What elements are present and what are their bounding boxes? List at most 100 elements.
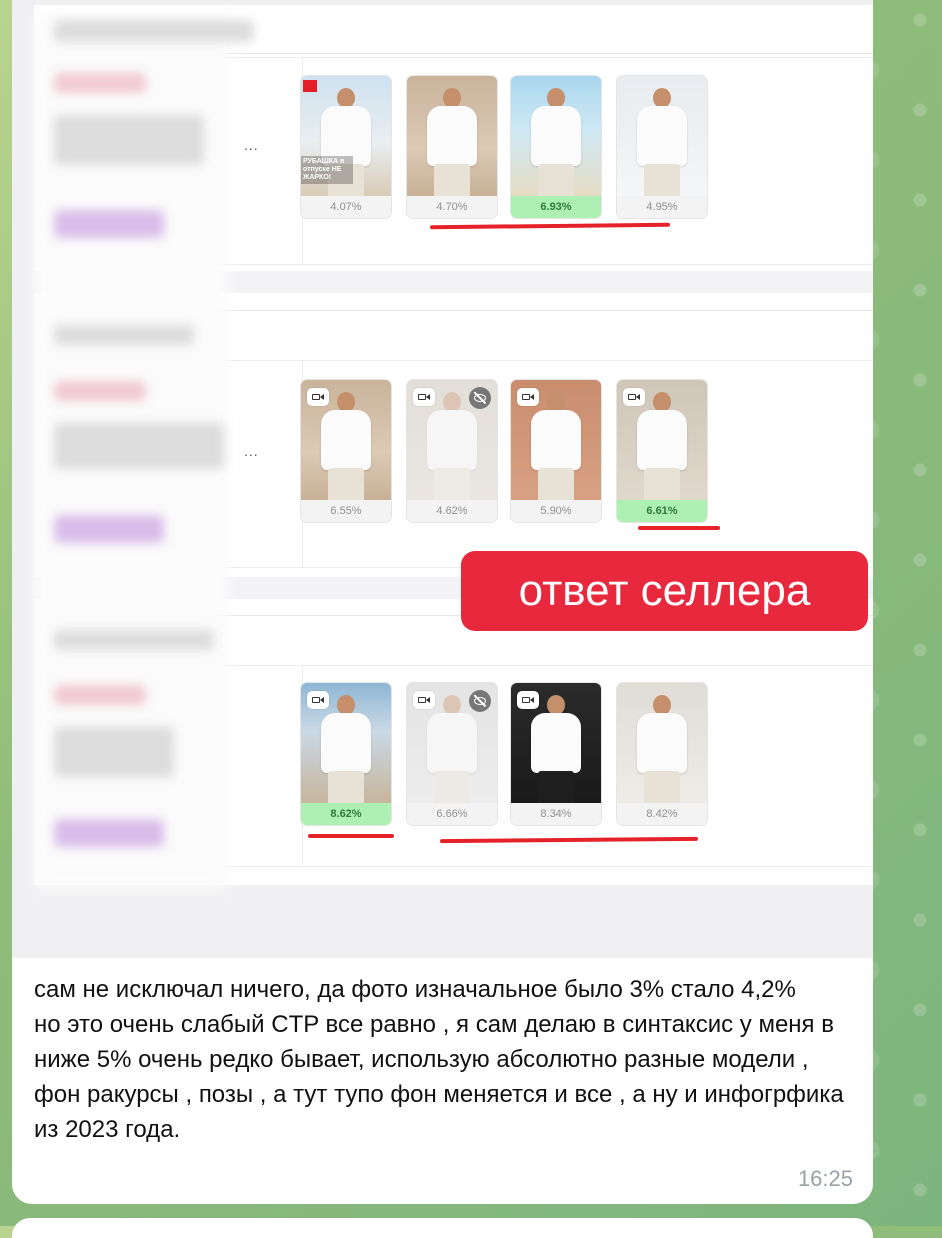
pants [434, 771, 470, 803]
white-shirt [321, 410, 371, 470]
truncated-title-ellipsis: ... [244, 443, 259, 459]
creative-card[interactable]: РУБАШКА в отпуске НЕ ЖАРКО! 4.07% [300, 75, 392, 219]
model-head [547, 88, 565, 108]
creative-card[interactable]: 6.93% [510, 75, 602, 219]
message-bubble[interactable]: ... ... РУБАШКА в отпуске НЕ ЖАРКО! 4.07%… [12, 0, 873, 1204]
model-figure [526, 695, 586, 803]
blurred-text [54, 115, 204, 165]
blurred-badge [54, 819, 164, 847]
attached-screenshot[interactable]: ... ... РУБАШКА в отпуске НЕ ЖАРКО! 4.07%… [12, 0, 873, 958]
message-line: но это очень слабый CTP все равно , я са… [34, 1011, 844, 1143]
creative-card[interactable]: 5.90% [510, 379, 602, 523]
telegram-chat: { "screenshot": { "rows": [ { "cards": [… [0, 0, 942, 1238]
model-figure [422, 88, 482, 196]
red-underline [308, 834, 394, 838]
ctr-value: 4.70% [407, 196, 497, 218]
product-photo [407, 76, 497, 196]
white-shirt [427, 410, 477, 470]
pants [328, 468, 364, 500]
eye-off-icon[interactable] [469, 690, 491, 712]
video-camera-icon [517, 388, 539, 406]
product-photo: РУБАШКА в отпуске НЕ ЖАРКО! [301, 76, 391, 196]
ctr-value: 4.62% [407, 500, 497, 522]
white-shirt [637, 106, 687, 166]
ctr-value: 4.95% [617, 196, 707, 218]
ctr-value: 6.55% [301, 500, 391, 522]
white-shirt [427, 713, 477, 773]
creative-card[interactable]: 6.66% [406, 682, 498, 826]
ctr-value: 6.93% [511, 196, 601, 218]
creative-card[interactable]: 6.61% [616, 379, 708, 523]
blurred-text [54, 685, 146, 705]
pants [644, 164, 680, 196]
model-figure [632, 88, 692, 196]
model-figure [632, 695, 692, 803]
message-line: сам не исключал ничего, да фото изначаль… [34, 976, 796, 1003]
video-camera-icon [413, 691, 435, 709]
blurred-badge [54, 515, 164, 543]
model-figure [526, 392, 586, 500]
blurred-text [54, 325, 194, 345]
white-shirt [531, 713, 581, 773]
pants [644, 468, 680, 500]
model-figure [632, 392, 692, 500]
blurred-text [54, 20, 254, 42]
ctr-value: 6.61% [617, 500, 707, 522]
pants [538, 164, 574, 196]
model-head [337, 695, 355, 715]
model-head [547, 392, 565, 412]
white-shirt [531, 106, 581, 166]
model-figure [316, 392, 376, 500]
seller-answer-label: ответ селлера [461, 551, 868, 631]
ctr-value: 8.34% [511, 803, 601, 825]
white-shirt [321, 713, 371, 773]
video-camera-icon [623, 388, 645, 406]
pants [644, 771, 680, 803]
pants [538, 771, 574, 803]
pants [434, 164, 470, 196]
video-camera-icon [517, 691, 539, 709]
ctr-value: 5.90% [511, 500, 601, 522]
blurred-text [54, 381, 146, 401]
pants [434, 468, 470, 500]
creative-card[interactable]: 4.70% [406, 75, 498, 219]
pants [538, 468, 574, 500]
product-photo [617, 76, 707, 196]
brand-flag-icon [303, 80, 317, 92]
blurred-badge [54, 210, 164, 238]
pants [328, 771, 364, 803]
model-head [337, 392, 355, 412]
blurred-text [54, 630, 214, 650]
creative-card[interactable]: 4.95% [616, 75, 708, 219]
video-camera-icon [413, 388, 435, 406]
model-figure [422, 695, 482, 803]
creative-card[interactable]: 8.62% [300, 682, 392, 826]
creative-card[interactable]: 8.34% [510, 682, 602, 826]
eye-off-icon[interactable] [469, 387, 491, 409]
truncated-title-ellipsis: ... [244, 137, 259, 153]
red-underline [638, 526, 720, 530]
white-shirt [637, 410, 687, 470]
product-photo [617, 683, 707, 803]
model-figure [316, 695, 376, 803]
white-shirt [427, 106, 477, 166]
ctr-value: 4.07% [301, 196, 391, 218]
creative-card[interactable]: 4.62% [406, 379, 498, 523]
model-figure [422, 392, 482, 500]
ctr-value: 8.62% [301, 803, 391, 825]
model-head [653, 392, 671, 412]
model-head [443, 88, 461, 108]
creative-card[interactable]: 8.42% [616, 682, 708, 826]
model-head [653, 695, 671, 715]
model-head [443, 392, 461, 412]
blurred-text [54, 423, 224, 469]
message-time: 16:25 [797, 1166, 853, 1191]
creative-card[interactable]: 6.55% [300, 379, 392, 523]
model-head [653, 88, 671, 108]
ctr-value: 8.42% [617, 803, 707, 825]
ctr-value: 6.66% [407, 803, 497, 825]
blurred-text [54, 73, 146, 93]
next-message-bubble[interactable] [12, 1218, 873, 1238]
product-photo [511, 76, 601, 196]
model-head [337, 88, 355, 108]
